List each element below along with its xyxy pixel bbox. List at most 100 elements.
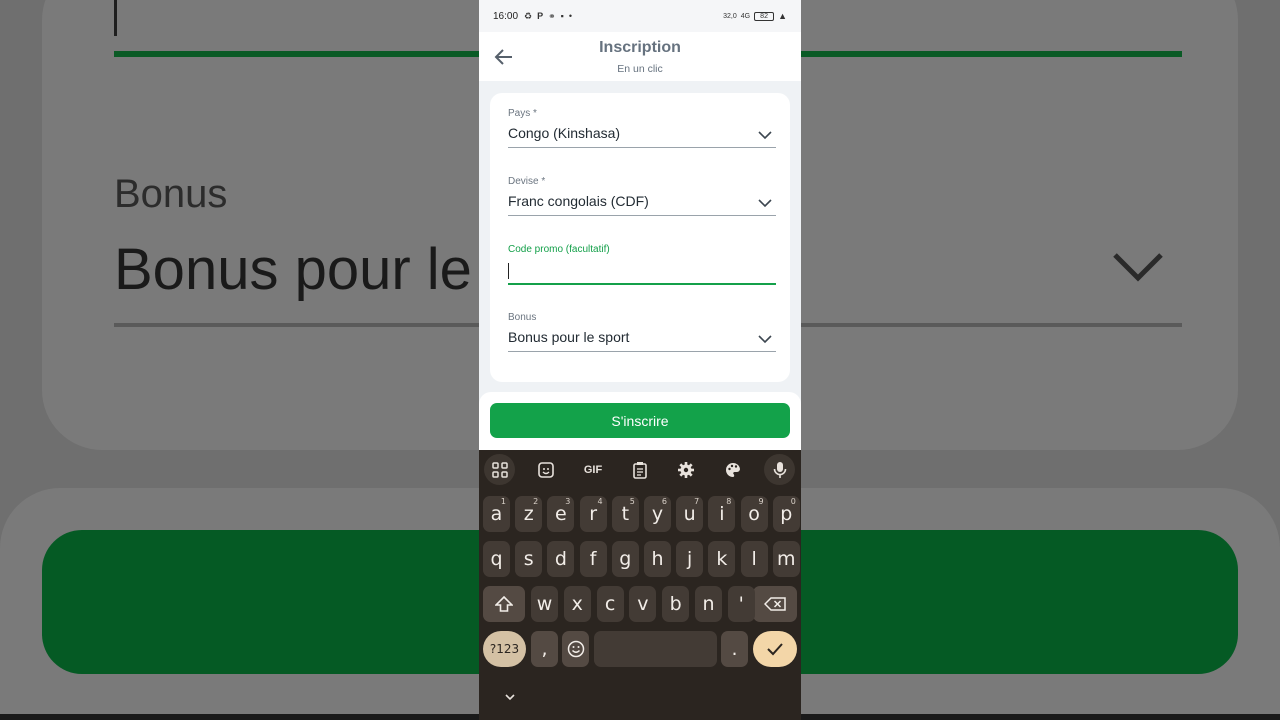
key-k[interactable]: k — [708, 541, 736, 577]
key-i-label: i — [719, 503, 725, 525]
promo-code-field[interactable]: Code promo (facultatif) — [508, 244, 776, 285]
gif-button[interactable]: GIF — [581, 459, 605, 481]
key-t-hint: 5 — [629, 497, 635, 506]
status-notification-icons: ♻ P ⚭ ▪ • — [524, 11, 572, 22]
key-i-hint: 8 — [726, 497, 732, 506]
key-r[interactable]: r4 — [579, 496, 607, 532]
status-system-icons: 32,0 4G 82 ▲ — [723, 11, 787, 21]
country-select[interactable]: Pays * Congo (Kinshasa) — [508, 108, 776, 148]
key-n-label: n — [702, 593, 715, 615]
enter-key[interactable] — [753, 631, 797, 667]
key-w[interactable]: w — [531, 586, 558, 622]
page-title: Inscription — [599, 39, 681, 56]
key-w-label: w — [536, 593, 553, 615]
key-j-label: j — [687, 548, 693, 570]
dot-icon: • — [568, 11, 573, 21]
parking-icon: P — [537, 11, 544, 21]
emoji-key[interactable] — [562, 631, 589, 667]
key-b-label: b — [669, 593, 682, 615]
currency-select[interactable]: Devise * Franc congolais (CDF) — [508, 176, 776, 216]
key-h[interactable]: h — [644, 541, 671, 577]
bonus-label: Bonus — [508, 312, 537, 323]
key-i[interactable]: i8 — [708, 496, 736, 532]
currency-label: Devise * — [508, 176, 546, 187]
key-l[interactable]: l — [740, 541, 768, 577]
key-b[interactable]: b — [662, 586, 690, 622]
key-j[interactable]: j — [676, 541, 704, 577]
promo-code-underline — [508, 283, 776, 285]
key-f[interactable]: f — [579, 541, 607, 577]
phone-screen: 16:00 ♻ P ⚭ ▪ • 32,0 4G 82 ▲ Inscription… — [479, 0, 801, 720]
background-bonus-value: Bonus pour le — [114, 237, 472, 302]
camera-icon: ▪ — [560, 11, 564, 21]
shift-key[interactable] — [483, 586, 525, 622]
bonus-value: Bonus pour le sport — [508, 329, 630, 345]
key-g-label: g — [619, 548, 632, 570]
key-u[interactable]: u7 — [676, 496, 704, 532]
chevron-down-icon — [758, 131, 772, 140]
key-e-hint: 3 — [565, 497, 571, 506]
key-r-hint: 4 — [597, 497, 603, 506]
sticker-icon[interactable] — [535, 459, 557, 481]
key-c[interactable]: c — [596, 586, 624, 622]
key-n[interactable]: n — [695, 586, 722, 622]
key-u-hint: 7 — [694, 497, 700, 506]
signup-button[interactable]: S'inscrire — [490, 403, 790, 438]
currency-underline — [508, 215, 776, 216]
keyboard-collapse-icon[interactable] — [501, 688, 519, 706]
key-y-label: y — [651, 503, 664, 525]
key-apostrophe[interactable]: ' — [727, 586, 755, 622]
link-icon: ⚭ — [548, 10, 556, 21]
symbols-key[interactable]: ?123 — [483, 631, 526, 667]
battery-icon: 82 — [754, 11, 775, 21]
background-bonus-label: Bonus — [114, 172, 228, 216]
gear-icon[interactable] — [675, 459, 697, 481]
chevron-down-icon — [758, 199, 772, 208]
key-q[interactable]: q — [483, 541, 510, 577]
on-screen-keyboard: GIF ?123 , . a 1 z 2 e 3 r 4 t 5 y 6 u 7… — [479, 450, 801, 720]
period-key[interactable]: . — [721, 631, 748, 667]
microphone-icon[interactable] — [764, 454, 795, 485]
key-g[interactable]: g — [611, 541, 639, 577]
key-l-label: l — [751, 548, 757, 570]
page-subtitle: En un clic — [617, 63, 663, 75]
key-a-label: a — [490, 503, 503, 525]
keyboard-toolbar: GIF — [479, 450, 801, 490]
space-key[interactable] — [594, 631, 717, 667]
key-h-label: h — [651, 548, 664, 570]
status-time: 16:00 — [493, 10, 519, 22]
country-label: Pays * — [508, 108, 537, 119]
key-o-hint: 9 — [758, 497, 764, 506]
apps-icon[interactable] — [484, 454, 515, 485]
promo-code-input[interactable] — [508, 260, 776, 280]
key-e[interactable]: e3 — [547, 496, 575, 532]
key-z-hint: 2 — [533, 497, 539, 506]
key-d[interactable]: d — [547, 541, 575, 577]
key-t[interactable]: t5 — [611, 496, 639, 532]
text-cursor — [508, 263, 509, 280]
key-k-label: k — [716, 548, 728, 570]
key-s-label: s — [523, 548, 534, 570]
key-m[interactable]: m — [772, 541, 800, 577]
key-r-label: r — [589, 503, 597, 525]
key-u-label: u — [683, 503, 696, 525]
backspace-key[interactable] — [753, 586, 797, 622]
palette-icon[interactable] — [722, 459, 744, 481]
key-a[interactable]: a1 — [483, 496, 510, 532]
country-underline — [508, 147, 776, 148]
key-s[interactable]: s — [515, 541, 543, 577]
bonus-select[interactable]: Bonus Bonus pour le sport — [508, 312, 776, 352]
person-icon: ▲ — [778, 11, 787, 21]
comma-key[interactable]: , — [531, 631, 558, 667]
key-y-hint: 6 — [661, 497, 667, 506]
currency-value: Franc congolais (CDF) — [508, 193, 649, 209]
bottom-panel: S'inscrire — [479, 392, 801, 450]
key-o[interactable]: o9 — [740, 496, 768, 532]
key-z[interactable]: z2 — [515, 496, 543, 532]
clipboard-icon[interactable] — [629, 459, 651, 481]
key-y[interactable]: y6 — [644, 496, 671, 532]
key-v[interactable]: v — [629, 586, 657, 622]
key-p[interactable]: p0 — [772, 496, 800, 532]
key-x[interactable]: x — [563, 586, 591, 622]
registration-form: Pays * Congo (Kinshasa) Devise * Franc c… — [490, 93, 790, 382]
